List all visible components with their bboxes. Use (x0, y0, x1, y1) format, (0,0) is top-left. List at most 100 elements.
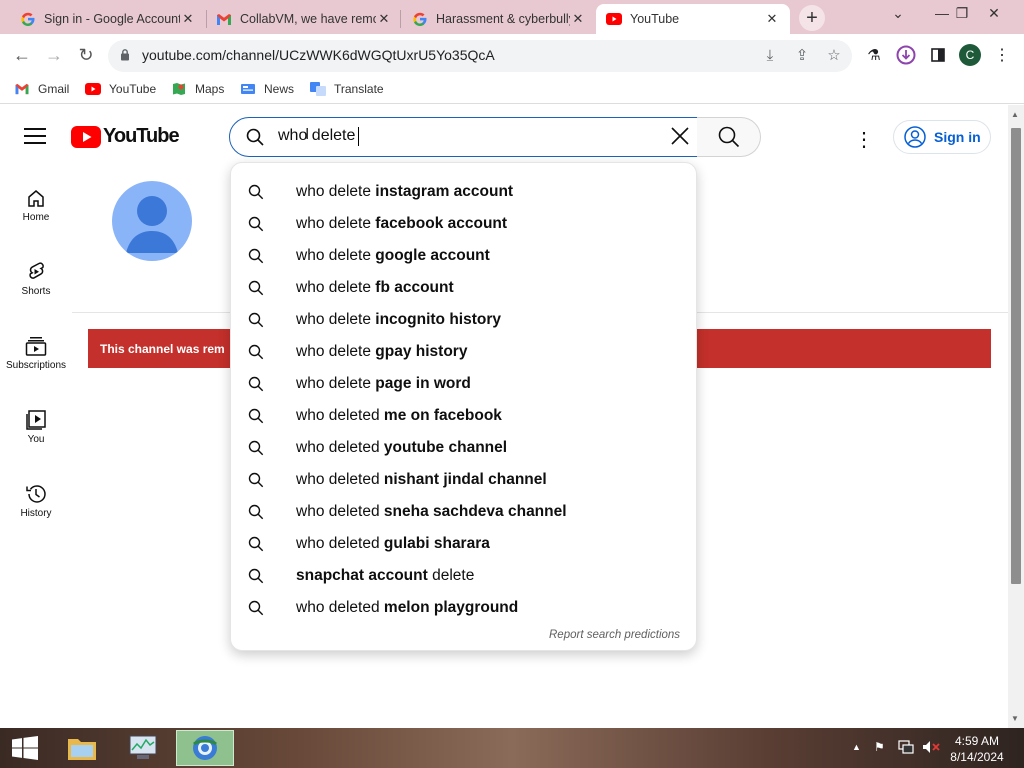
search-suggestion[interactable]: who delete page in word (230, 368, 697, 400)
library-icon (0, 406, 72, 434)
tab-title: YouTube (630, 12, 680, 26)
bookmark-star-icon[interactable]: ☆ (824, 45, 844, 65)
bookmark-youtube[interactable]: YouTube (85, 82, 156, 96)
search-suggestion[interactable]: who deleted nishant jindal channel (230, 464, 697, 496)
report-search-predictions-link[interactable]: Report search predictions (549, 629, 680, 641)
sidebar-item-subscriptions[interactable]: Subscriptions (0, 332, 72, 371)
forward-button[interactable]: → (42, 44, 66, 66)
suggestion-text: who deleted sneha sachdeva channel (296, 503, 567, 520)
sign-in-button[interactable]: Sign in (893, 120, 991, 154)
scroll-down-arrow[interactable]: ▼ (1011, 714, 1019, 723)
tray-expand-icon[interactable]: ▲ (852, 742, 861, 752)
taskbar-task-manager[interactable] (117, 730, 169, 766)
system-clock[interactable]: 4:59 AM 8/14/2024 (944, 733, 1010, 765)
network-icon[interactable] (898, 740, 914, 757)
menu-dots-icon[interactable]: ⋮ (992, 45, 1012, 65)
back-button[interactable]: ← (10, 44, 34, 66)
search-suggestion[interactable]: who deleted sneha sachdeva channel (230, 496, 697, 528)
scroll-up-arrow[interactable]: ▲ (1011, 110, 1019, 119)
mouse-text-cursor-icon: I (305, 126, 310, 143)
search-icon (248, 312, 264, 328)
clear-search-icon[interactable] (670, 126, 690, 151)
search-suggestion[interactable]: who delete facebook account (230, 208, 697, 240)
profile-avatar[interactable]: C (959, 44, 981, 66)
windows-icon (12, 736, 38, 760)
sidebar-item-shorts[interactable]: Shorts (0, 258, 72, 297)
reload-button[interactable]: ↻ (74, 44, 98, 66)
tab-youtube[interactable]: YouTube ✕ (596, 4, 790, 34)
window-close-button[interactable]: ✕ (976, 0, 1012, 26)
install-icon[interactable]: ⤓ (760, 45, 780, 65)
restore-button[interactable]: ❐ (944, 0, 980, 26)
news-icon (240, 82, 256, 96)
tab-separator (400, 10, 401, 28)
extension-flask-icon[interactable]: ⚗ (864, 45, 884, 65)
lock-icon[interactable] (120, 48, 130, 66)
sidebar-item-home[interactable]: Home (0, 184, 72, 223)
suggestion-text: who delete page in word (296, 375, 471, 392)
share-icon[interactable]: ⇪ (792, 45, 812, 65)
start-button[interactable] (0, 730, 50, 766)
bookmark-news[interactable]: News (240, 82, 294, 96)
sidebar-label: Home (22, 212, 50, 223)
search-suggestion[interactable]: who deleted youtube channel (230, 432, 697, 464)
search-icon (248, 536, 264, 552)
bookmark-gmail[interactable]: Gmail (14, 82, 69, 96)
hamburger-menu-icon[interactable] (24, 127, 46, 150)
tab-title: Harassment & cyberbullying (436, 12, 570, 26)
gmail-icon (216, 11, 232, 27)
google-icon (20, 11, 36, 27)
scrollbar-thumb[interactable] (1011, 128, 1021, 584)
action-center-flag-icon[interactable]: ⚑ (874, 740, 885, 754)
close-icon[interactable]: ✕ (376, 11, 392, 27)
volume-muted-icon[interactable] (922, 740, 940, 757)
youtube-icon (85, 82, 101, 96)
close-icon[interactable]: ✕ (764, 11, 780, 27)
tab-gmail[interactable]: CollabVM, we have removed ✕ (206, 4, 402, 34)
bookmark-maps[interactable]: Maps (171, 82, 224, 96)
search-suggestion[interactable]: snapchat account delete (230, 560, 697, 592)
suggestion-text: who delete incognito history (296, 311, 501, 328)
suggestion-text: who deleted gulabi sharara (296, 535, 490, 552)
maps-icon (171, 82, 187, 96)
tab-google-signin[interactable]: Sign in - Google Accounts ✕ (10, 4, 206, 34)
search-suggestion[interactable]: who delete google account (230, 240, 697, 272)
close-icon[interactable]: ✕ (570, 11, 586, 27)
close-icon[interactable]: ✕ (180, 11, 196, 27)
search-icon (248, 568, 264, 584)
search-input[interactable]: who delete (278, 127, 360, 145)
chevron-down-icon[interactable]: ⌄ (880, 0, 916, 26)
new-tab-button[interactable]: + (799, 5, 825, 31)
settings-dots-icon[interactable]: ⋮ (854, 127, 874, 152)
clock-time: 4:59 AM (954, 734, 1000, 748)
search-suggestion[interactable]: who deleted me on facebook (230, 400, 697, 432)
suggestion-text: who delete facebook account (296, 215, 508, 232)
search-button[interactable] (697, 117, 761, 157)
banner-text: This channel was rem (100, 342, 225, 356)
side-panel-icon[interactable] (928, 45, 948, 65)
taskbar-explorer[interactable] (56, 730, 108, 766)
downloads-icon[interactable] (896, 45, 916, 65)
suggestion-text: snapchat account delete (296, 567, 475, 584)
search-icon (248, 440, 264, 456)
gmail-icon (14, 82, 30, 96)
search-suggestion[interactable]: who delete gpay history (230, 336, 697, 368)
youtube-icon (606, 11, 622, 27)
browser-globe-icon (193, 736, 217, 760)
tab-harassment[interactable]: Harassment & cyberbullying ✕ (402, 4, 596, 34)
search-suggestion[interactable]: who delete fb account (230, 272, 697, 304)
sidebar-item-history[interactable]: History (0, 480, 72, 519)
bookmark-translate[interactable]: Translate (310, 82, 384, 96)
search-icon (248, 472, 264, 488)
search-suggestion[interactable]: who delete instagram account (230, 176, 697, 208)
bookmark-label: YouTube (109, 82, 157, 96)
youtube-logo[interactable]: YouTube (71, 125, 180, 148)
url-text[interactable]: youtube.com/channel/UCzWWK6dWGQtUxrU5Yo3… (142, 47, 495, 63)
sidebar-item-you[interactable]: You (0, 406, 72, 445)
search-suggestion[interactable]: who deleted gulabi sharara (230, 528, 697, 560)
youtube-icon (71, 125, 101, 148)
search-suggestion[interactable]: who delete incognito history (230, 304, 697, 336)
taskbar-browser[interactable] (176, 730, 234, 766)
bookmark-label: Maps (195, 82, 225, 96)
search-suggestion[interactable]: who deleted melon playground (230, 592, 697, 624)
